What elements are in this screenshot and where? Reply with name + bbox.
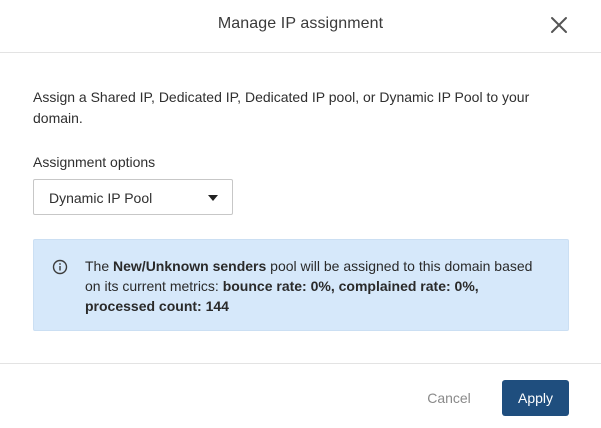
info-text: The New/Unknown senders pool will be ass… — [85, 256, 545, 316]
manage-ip-assignment-dialog: Manage IP assignment Assign a Shared IP,… — [0, 0, 601, 428]
cancel-button[interactable]: Cancel — [412, 381, 486, 415]
pool-name: New/Unknown senders — [113, 258, 267, 274]
select-value: Dynamic IP Pool — [49, 190, 153, 206]
info-icon — [52, 259, 68, 275]
dialog-description: Assign a Shared IP, Dedicated IP, Dedica… — [33, 89, 530, 126]
dialog-header: Manage IP assignment — [0, 0, 601, 53]
assignment-options-select[interactable]: Dynamic IP Pool — [33, 179, 233, 215]
info-text-part-1: The — [85, 258, 114, 274]
caret-down-icon — [208, 195, 218, 201]
info-notice: The New/Unknown senders pool will be ass… — [33, 239, 569, 331]
footer-divider — [0, 363, 601, 364]
close-icon[interactable] — [548, 14, 570, 36]
assignment-options-label: Assignment options — [33, 154, 156, 170]
dialog-title: Manage IP assignment — [217, 15, 384, 32]
apply-button[interactable]: Apply — [502, 380, 569, 416]
